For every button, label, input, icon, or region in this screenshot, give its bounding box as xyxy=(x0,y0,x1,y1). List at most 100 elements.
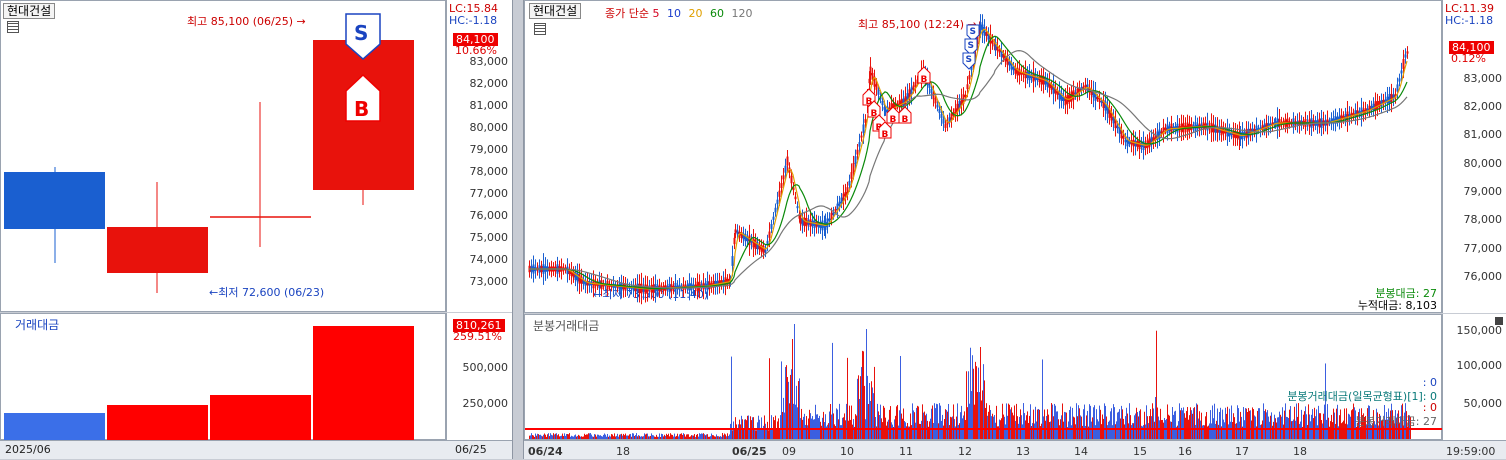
volume-bar xyxy=(548,433,549,439)
minute-volume-axis: 150,000 100,000 50,000 xyxy=(1442,314,1506,440)
volume-bar xyxy=(938,423,939,439)
volume-bar xyxy=(1170,421,1171,439)
volume-bar xyxy=(550,433,551,439)
volume-bar xyxy=(855,414,856,439)
volume-bar xyxy=(1013,415,1014,439)
volume-bar xyxy=(540,434,541,439)
daily-chart-pane[interactable]: 현대건설 최고 85,100 (06/25) → ←최저 72,600 (06/… xyxy=(0,0,446,312)
volume-bar xyxy=(851,405,852,439)
volume-bar xyxy=(983,364,984,439)
volume-bar xyxy=(650,435,651,439)
volume-bar xyxy=(590,433,591,439)
volume-bar xyxy=(1331,414,1332,439)
volume-bar xyxy=(796,385,797,439)
volume-bar xyxy=(957,403,958,439)
volume-bar xyxy=(601,436,602,439)
volume-bar xyxy=(1215,423,1216,439)
volume-bar xyxy=(1300,421,1301,439)
volume-bar xyxy=(1235,423,1236,439)
volume-bar xyxy=(1196,403,1197,439)
volume-bar xyxy=(1286,416,1287,439)
volume-bar xyxy=(1179,403,1180,439)
volume-bar xyxy=(1236,423,1237,439)
volume-bar xyxy=(582,436,583,439)
volume-bar xyxy=(701,433,702,439)
volume-bar xyxy=(664,434,665,439)
date-end: 06/25 xyxy=(455,443,487,456)
volume-bar xyxy=(940,405,941,439)
volume-bar xyxy=(988,411,989,439)
volume-bar xyxy=(829,411,830,439)
volume-bar xyxy=(690,436,691,439)
volume-bar xyxy=(836,408,837,439)
pane-separator[interactable] xyxy=(512,0,524,459)
volume-bar xyxy=(801,408,802,439)
volume-bar xyxy=(1194,407,1195,439)
volume-bar xyxy=(1041,423,1042,439)
volume-bar xyxy=(1273,421,1274,439)
volume-bar xyxy=(946,410,947,439)
volume-bar xyxy=(581,436,582,439)
volume-bar xyxy=(959,423,960,439)
volume-bar xyxy=(1272,425,1273,439)
minute-volume-pane[interactable]: 분봉거래대금 분봉거래대금(일목균형표)[1]: 0 : 0 : 0 분봉거래대… xyxy=(524,314,1443,440)
volume-bar xyxy=(1299,423,1300,439)
volume-bar xyxy=(728,435,729,439)
volume-bar xyxy=(1096,409,1097,439)
volume-legend-ichimoku: 분봉거래대금(일목균형표)[1]: 0 xyxy=(1287,390,1437,403)
minute-candles: BBBBBBBSSS xyxy=(528,14,1409,305)
volume-bar xyxy=(1230,421,1231,439)
volume-bar xyxy=(1231,405,1232,439)
volume-bar xyxy=(614,433,615,439)
volume-bar xyxy=(1155,397,1156,439)
volume-bar xyxy=(1105,405,1106,439)
volume-bar xyxy=(917,405,918,439)
volume-bar xyxy=(552,435,553,439)
volume-bar xyxy=(1006,403,1007,439)
volume-bar xyxy=(1004,416,1005,439)
volume-bar xyxy=(670,433,671,439)
volume-bar xyxy=(1116,421,1117,439)
volume-bar xyxy=(662,434,663,439)
volume-bar xyxy=(727,433,728,439)
volume-bar xyxy=(1201,412,1202,439)
volume-bar xyxy=(718,436,719,439)
volume-bar xyxy=(1233,413,1234,439)
volume-bar xyxy=(984,380,985,439)
daily-volume-pane[interactable]: 거래대금 xyxy=(0,313,446,440)
volume-bar xyxy=(592,436,593,439)
volume-bar xyxy=(1018,423,1019,439)
volume-bar xyxy=(975,361,976,439)
volume-bar xyxy=(1342,422,1343,439)
volume-bar xyxy=(764,415,765,439)
volume-bar xyxy=(952,416,953,439)
volume-bar xyxy=(1040,426,1041,439)
volume-bar xyxy=(1034,423,1035,439)
volume-bar xyxy=(794,324,795,439)
volume-bar xyxy=(943,425,944,439)
volume-bar xyxy=(1157,407,1158,439)
volume-bar xyxy=(1037,409,1038,439)
volume-bar xyxy=(533,435,534,439)
volume-bar xyxy=(1085,425,1086,439)
volume-bar xyxy=(781,361,782,439)
volume-bar xyxy=(786,365,787,439)
volume-bar xyxy=(1303,414,1304,439)
volume-bar xyxy=(807,425,808,439)
minute-candle-body xyxy=(998,49,1001,53)
y-tick: 75,000 xyxy=(469,231,509,244)
volume-bar xyxy=(1090,405,1091,439)
volume-bar xyxy=(600,435,601,439)
minute-candle-body xyxy=(856,149,859,155)
hc-value: HC:-1.18 xyxy=(1445,14,1494,27)
volume-bar xyxy=(763,425,764,439)
y-tick: 82,000 xyxy=(1463,100,1503,113)
volume-bar xyxy=(733,421,734,439)
y-tick: 82,000 xyxy=(469,77,509,90)
volume-bar xyxy=(1311,414,1312,439)
minute-candle-body xyxy=(848,180,851,186)
volume-bar xyxy=(1078,405,1079,439)
volume-bar xyxy=(1091,421,1092,439)
axis-scroll-icon[interactable] xyxy=(1495,317,1503,325)
minute-chart-pane[interactable]: 현대건설 종가 단순 5 10 20 60 120 최고 85,100 (12:… xyxy=(524,0,1442,313)
